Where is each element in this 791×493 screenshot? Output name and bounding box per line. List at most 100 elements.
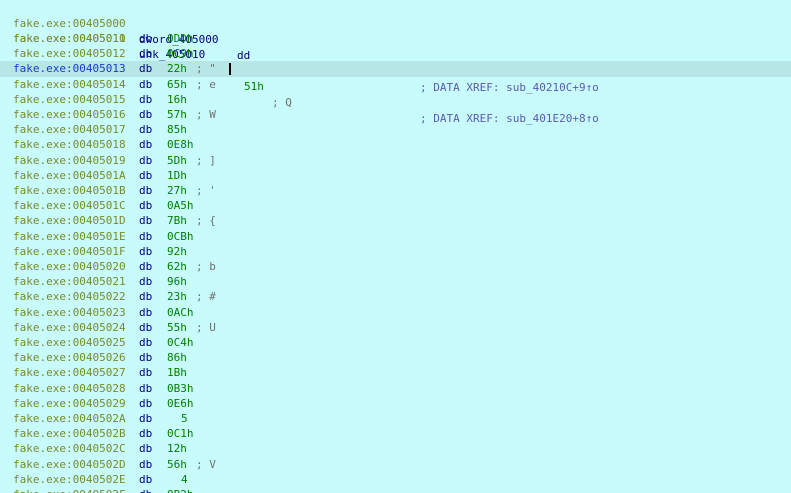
disasm-line[interactable]: fake.exe:00405017 db 85h bbox=[0, 122, 791, 138]
line-mnemonic: db bbox=[139, 77, 153, 91]
line-address: fake.exe:00405018 bbox=[13, 138, 126, 152]
line-mnemonic: db bbox=[139, 336, 153, 349]
line-address: fake.exe:0040501A bbox=[13, 168, 126, 182]
line-mnemonic: db bbox=[139, 199, 153, 213]
line-value: 22h bbox=[167, 62, 187, 76]
disasm-line[interactable]: fake.exe:00405016 db 57h ; W bbox=[0, 107, 791, 123]
line-mnemonic: db bbox=[139, 427, 153, 441]
line-address: fake.exe:00405025 bbox=[13, 336, 126, 349]
line-address: fake.exe:0040501C bbox=[13, 199, 126, 213]
disasm-line[interactable]: fake.exe:00405000 dword_405000 dd 'T', '… bbox=[0, 0, 791, 94]
disasm-line[interactable]: fake.exe:00405028 db 0B3h bbox=[0, 381, 791, 397]
disasm-line[interactable]: fake.exe:0040502C db 12h bbox=[0, 441, 791, 457]
disasm-line[interactable]: fake.exe:00405015 db 16h bbox=[0, 92, 791, 108]
line-value: 0C4h bbox=[167, 336, 194, 349]
line-mnemonic: db bbox=[139, 275, 153, 289]
line-mnemonic: db bbox=[139, 123, 153, 137]
disassembly-view[interactable]: fake.exe:00405000 dword_405000 dd 'T', '… bbox=[0, 0, 791, 493]
disasm-line[interactable]: fake.exe:0040501F db 92h bbox=[0, 244, 791, 260]
line-value: 0ACh bbox=[167, 305, 194, 319]
line-mnemonic: db bbox=[139, 108, 153, 121]
line-value: 0C1h bbox=[167, 427, 194, 441]
line-address: fake.exe:00405026 bbox=[13, 351, 126, 365]
disasm-line[interactable]: fake.exe:0040501E db 0CBh bbox=[0, 229, 791, 245]
line-value: 7Bh bbox=[167, 214, 187, 228]
line-value: 5 bbox=[181, 412, 188, 425]
disasm-line[interactable]: fake.exe:00405014 db 65h ; e bbox=[0, 77, 791, 93]
line-address: fake.exe:00405019 bbox=[13, 153, 126, 167]
disasm-line[interactable]: fake.exe:00405025 db 0C4h bbox=[0, 335, 791, 351]
char-comment: ; U bbox=[196, 320, 216, 334]
line-mnemonic: db bbox=[139, 396, 153, 410]
line-address: fake.exe:00405012 bbox=[13, 47, 126, 61]
line-address: fake.exe:00405017 bbox=[13, 123, 126, 137]
line-value: 0E6h bbox=[167, 396, 194, 410]
line-address: fake.exe:0040502D bbox=[13, 457, 126, 471]
disasm-line[interactable]: fake.exe:00405029 db 0E6h bbox=[0, 396, 791, 412]
line-address: fake.exe:0040502A bbox=[13, 412, 126, 425]
line-value: 0DDh bbox=[167, 32, 194, 45]
line-address: fake.exe:00405016 bbox=[13, 108, 126, 121]
line-value: 86h bbox=[167, 351, 187, 365]
disasm-line[interactable]: fake.exe:0040502F db 0B2h bbox=[0, 487, 791, 493]
line-value: 96h bbox=[167, 275, 187, 289]
line-address: fake.exe:00405024 bbox=[13, 320, 126, 334]
line-value: 12h bbox=[167, 442, 187, 456]
disasm-line[interactable]: fake.exe:0040501C db 0A5h bbox=[0, 198, 791, 214]
line-mnemonic: db bbox=[139, 62, 153, 76]
line-value: 85h bbox=[167, 123, 187, 137]
disasm-line[interactable]: fake.exe:00405024 db 55h ; U bbox=[0, 320, 791, 336]
disasm-line[interactable]: fake.exe:00405022 db 23h ; # bbox=[0, 289, 791, 305]
line-value: 27h bbox=[167, 184, 187, 197]
line-address: fake.exe:00405021 bbox=[13, 275, 126, 289]
line-value: 1Dh bbox=[167, 168, 187, 182]
line-mnemonic: db bbox=[139, 92, 153, 106]
line-mnemonic: db bbox=[139, 457, 153, 471]
line-mnemonic: db bbox=[139, 487, 152, 493]
line-mnemonic: db bbox=[139, 366, 153, 380]
disasm-line[interactable]: fake.exe:00405026 db 86h bbox=[0, 350, 791, 366]
disasm-line[interactable]: fake.exe:00405020 db 62h ; b bbox=[0, 259, 791, 275]
line-value: 23h bbox=[167, 290, 187, 304]
line-value: 0E8h bbox=[167, 138, 194, 152]
line-address: fake.exe:0040501B bbox=[13, 184, 126, 197]
disasm-line[interactable]: fake.exe:0040501B db 27h ; ' bbox=[0, 183, 791, 199]
line-value: 4 bbox=[181, 472, 188, 486]
disasm-line[interactable]: fake.exe:00405021 db 96h bbox=[0, 274, 791, 290]
line-value: 5Dh bbox=[167, 153, 187, 167]
disasm-line[interactable]: fake.exe:0040502B db 0C1h bbox=[0, 426, 791, 442]
disasm-line[interactable]: fake.exe:00405012 db 0C9h bbox=[0, 46, 791, 62]
disasm-line[interactable]: fake.exe:0040501D db 7Bh ; { bbox=[0, 213, 791, 229]
disasm-line-selected[interactable]: fake.exe:00405013 db 22h ; " bbox=[0, 61, 791, 78]
line-mnemonic: db bbox=[139, 381, 153, 395]
line-address: fake.exe:00405022 bbox=[13, 290, 126, 304]
disasm-line[interactable]: fake.exe:00405010 unk_405010 db 51h ; Q … bbox=[0, 15, 791, 125]
char-comment: ; # bbox=[196, 290, 216, 304]
line-mnemonic: db bbox=[139, 138, 153, 152]
line-value: 16h bbox=[167, 92, 187, 106]
line-mnemonic: db bbox=[139, 184, 153, 197]
line-value: 0A5h bbox=[167, 199, 194, 213]
char-comment: ; V bbox=[196, 457, 216, 471]
line-address: fake.exe:00405011 bbox=[13, 32, 126, 45]
line-address: fake.exe:00405020 bbox=[13, 260, 126, 273]
text-cursor bbox=[229, 63, 231, 76]
char-comment: ; ' bbox=[196, 184, 216, 197]
disasm-line[interactable]: fake.exe:0040502D db 56h ; V bbox=[0, 457, 791, 473]
line-value: 92h bbox=[167, 244, 187, 258]
disasm-line[interactable]: fake.exe:00405018 db 0E8h bbox=[0, 137, 791, 153]
line-address: fake.exe:00405023 bbox=[13, 305, 126, 319]
line-value: 57h bbox=[167, 108, 187, 121]
disasm-line[interactable]: fake.exe:00405023 db 0ACh bbox=[0, 305, 791, 321]
disasm-line[interactable]: fake.exe:0040502A db 5 bbox=[0, 411, 791, 427]
disasm-line[interactable]: fake.exe:00405011 db 0DDh bbox=[0, 31, 791, 47]
disasm-line[interactable]: fake.exe:0040501A db 1Dh bbox=[0, 168, 791, 184]
disasm-line[interactable]: fake.exe:00405019 db 5Dh ; ] bbox=[0, 153, 791, 169]
line-mnemonic: db bbox=[139, 229, 153, 243]
disasm-line[interactable]: fake.exe:0040502E db 4 bbox=[0, 472, 791, 488]
line-address: fake.exe:0040501E bbox=[13, 229, 126, 243]
disasm-line[interactable]: fake.exe:00405027 db 1Bh bbox=[0, 365, 791, 381]
line-value: 65h bbox=[167, 77, 187, 91]
line-mnemonic: db bbox=[139, 412, 153, 425]
line-mnemonic: db bbox=[139, 442, 153, 456]
